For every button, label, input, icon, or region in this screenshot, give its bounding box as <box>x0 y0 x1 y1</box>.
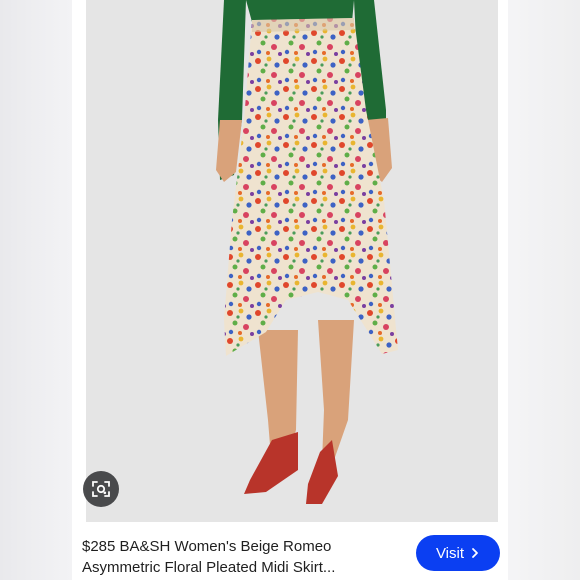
chevron-right-icon <box>472 548 478 558</box>
visit-button-label: Visit <box>435 544 465 562</box>
skirt-photo-illustration <box>86 0 498 522</box>
right-backdrop <box>502 0 580 580</box>
visit-button[interactable]: Visit <box>416 535 500 571</box>
result-card[interactable]: $285 BA&SH Women's Beige Romeo Asymmetri… <box>72 0 508 580</box>
caption-line-2: Asymmetric Floral Pleated Midi Skirt... <box>82 559 336 576</box>
product-caption[interactable]: $285 BA&SH Women's Beige Romeo Asymmetri… <box>82 536 402 578</box>
caption-line-1: $285 BA&SH Women's Beige Romeo <box>82 538 332 555</box>
product-image[interactable] <box>86 0 498 522</box>
image-search-button[interactable] <box>83 471 119 507</box>
image-search-icon <box>92 481 110 497</box>
left-backdrop <box>0 0 78 580</box>
